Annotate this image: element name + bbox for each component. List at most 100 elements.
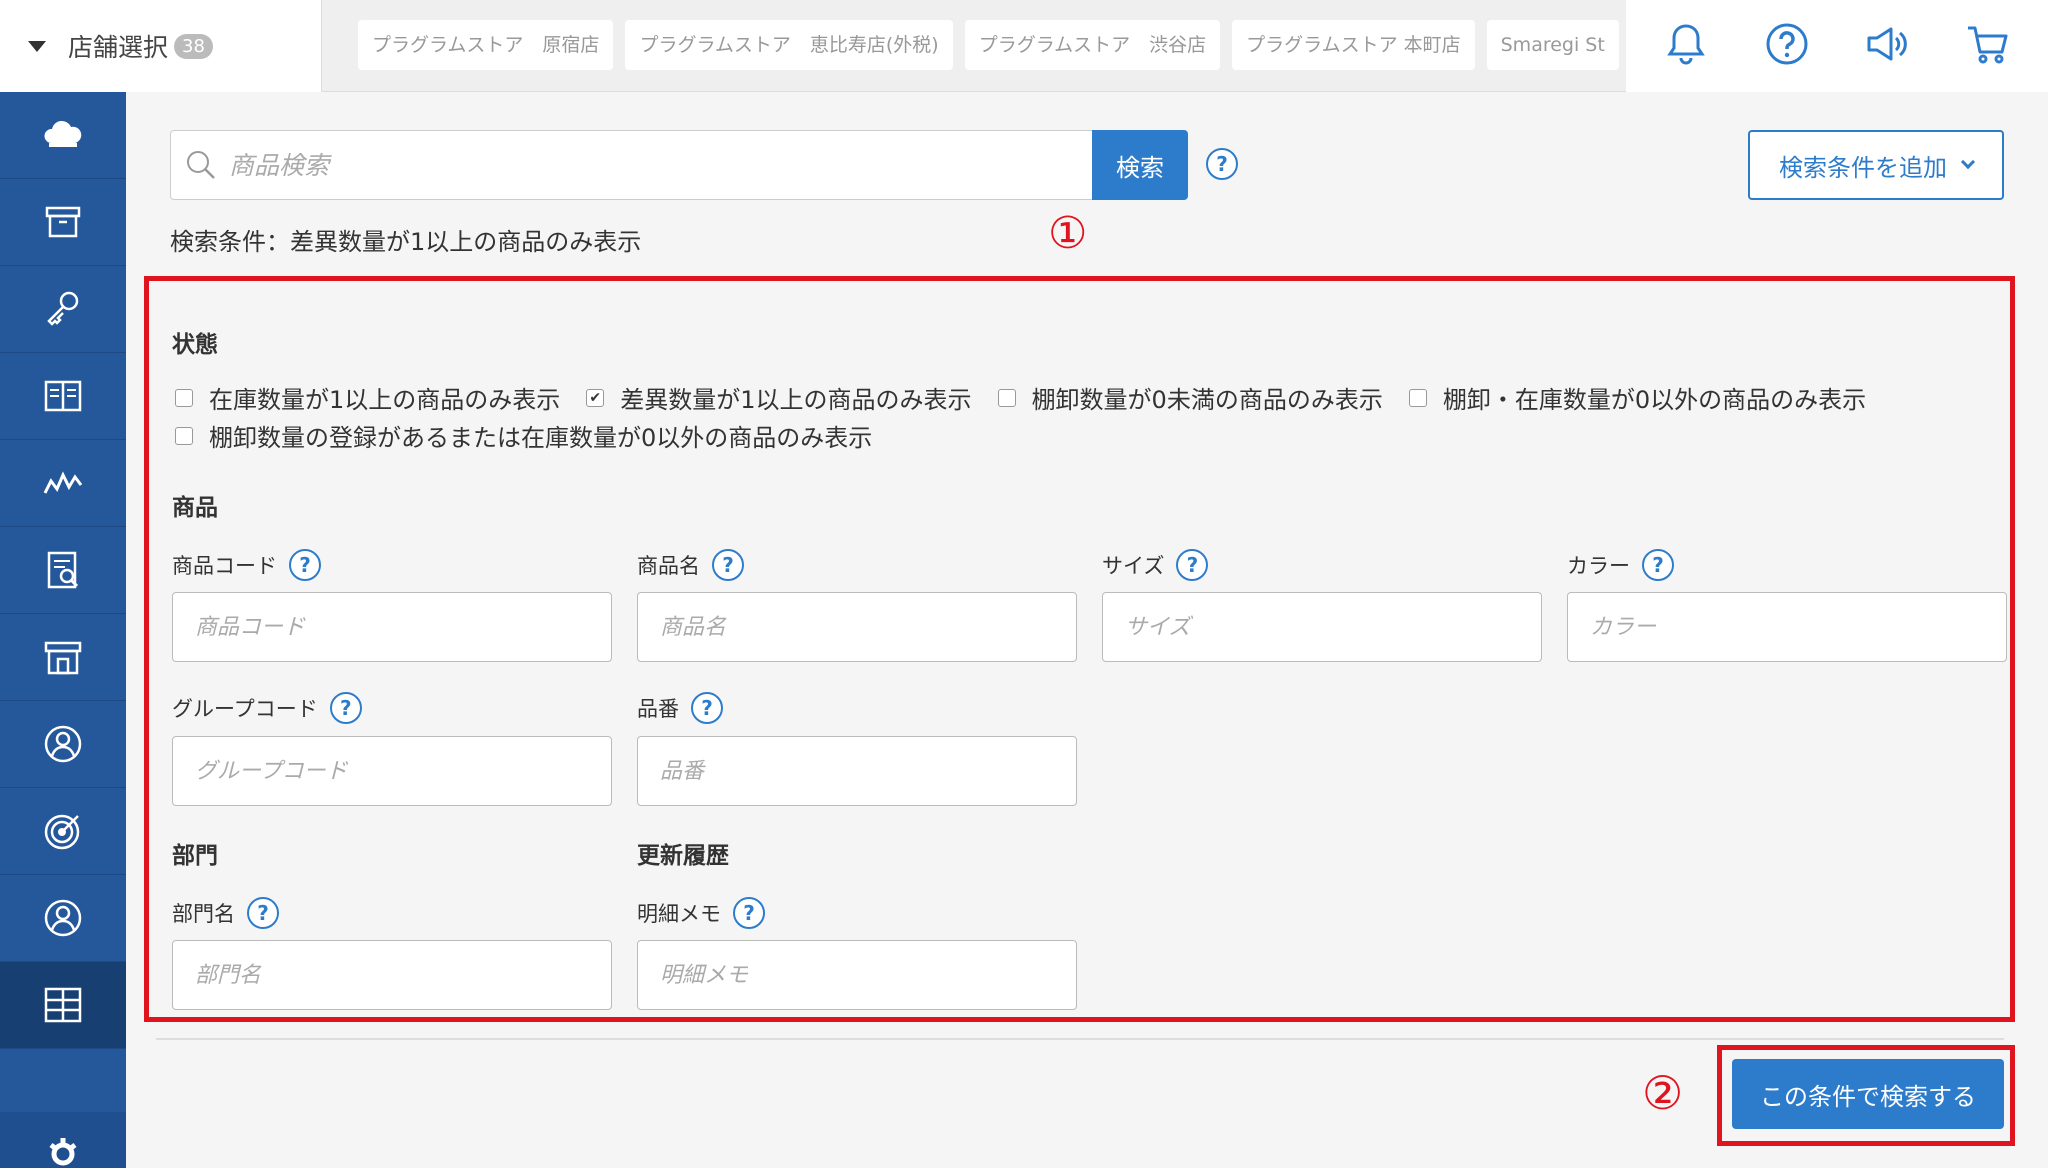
sidebar-item-user[interactable] [0, 701, 126, 788]
store-tab[interactable]: プラグラムストア 渋谷店 [964, 20, 1221, 70]
search-with-conditions-button[interactable]: この条件で検索する [1732, 1059, 2004, 1129]
status-options-row-1: 在庫数量が1以上の商品のみ表示 ✔ 差異数量が1以上の商品のみ表示 棚卸数量が0未… [175, 380, 1892, 415]
help-icon[interactable]: ? [1642, 549, 1674, 581]
checkbox-inventory-stock-nonzero[interactable]: 棚卸・在庫数量が0以外の商品のみ表示 [1408, 380, 1867, 415]
store-select-label: 店舗選択 [68, 33, 169, 62]
section-title-department: 部門 [172, 843, 218, 869]
part-number-field [637, 736, 1077, 806]
cart-icon[interactable] [1964, 20, 2012, 72]
label-department-name: 部門名? [172, 897, 279, 929]
chart-icon [43, 471, 83, 494]
label-color: カラー? [1567, 549, 1674, 581]
sidebar-item-key[interactable] [0, 266, 126, 353]
search-icon [187, 151, 215, 179]
store-select[interactable]: 店舗選択 38 [0, 0, 322, 92]
field-label-text: カラー [1567, 554, 1630, 578]
label-part-number: 品番? [637, 692, 723, 724]
label-detail-memo: 明細メモ? [637, 897, 765, 929]
filter-panel: 状態 在庫数量が1以上の商品のみ表示 ✔ 差異数量が1以上の商品のみ表示 棚卸数量… [144, 276, 2015, 1022]
checkbox-label: 在庫数量が1以上の商品のみ表示 [209, 386, 561, 414]
checkbox-label: 差異数量が1以上の商品のみ表示 [620, 386, 972, 414]
section-title-product: 商品 [172, 495, 218, 521]
search-input[interactable] [229, 150, 1049, 180]
help-icon[interactable]: ? [329, 692, 362, 724]
product-code-input[interactable] [173, 593, 611, 661]
sidebar-item-target[interactable] [0, 788, 126, 875]
cloud-icon [44, 120, 82, 147]
top-icons [1626, 0, 2048, 92]
section-title-status: 状態 [172, 332, 218, 358]
target-icon [44, 814, 80, 850]
sidebar-item-report[interactable] [0, 527, 126, 614]
product-code-field [172, 592, 612, 662]
group-code-input[interactable] [173, 737, 611, 805]
sidebar-settings[interactable] [0, 1112, 126, 1168]
field-label-text: 商品名 [637, 554, 700, 578]
help-icon[interactable]: ? [289, 549, 321, 581]
department-name-input[interactable] [173, 941, 611, 1009]
store-tab[interactable]: プラグラムストア 恵比寿店(外税) [625, 20, 953, 70]
checkbox-box[interactable] [997, 388, 1016, 407]
key-icon [47, 291, 79, 326]
checkbox-registered-or-nonzero[interactable]: 棚卸数量の登録があるまたは在庫数量が0以外の商品のみ表示 [175, 418, 872, 453]
store-count-badge: 38 [174, 33, 213, 59]
box-icon [45, 206, 81, 238]
section-title-history: 更新履歴 [637, 843, 729, 869]
size-field [1102, 592, 1542, 662]
add-condition-button[interactable]: 検索条件を追加 [1748, 130, 2004, 200]
help-icon[interactable]: ? [691, 692, 723, 724]
store-tab[interactable]: プラグラムストア 原宿店 [358, 20, 614, 70]
product-name-field [637, 592, 1077, 662]
sidebar-item-person[interactable] [0, 875, 126, 962]
sidebar-item-book[interactable] [0, 353, 126, 440]
help-icon[interactable]: ? [1176, 549, 1209, 581]
checkbox-diff-positive[interactable]: ✔ 差異数量が1以上の商品のみ表示 [586, 380, 972, 415]
field-label-text: サイズ [1102, 554, 1165, 578]
megaphone-icon[interactable] [1863, 20, 1911, 72]
part-number-input[interactable] [638, 737, 1076, 805]
store-tab[interactable]: プラグラムストア 本町店 [1232, 20, 1475, 70]
label-group-code: グループコード? [172, 692, 362, 724]
sidebar-item-store[interactable] [0, 614, 126, 701]
size-input[interactable] [1103, 593, 1541, 661]
gear-icon [49, 1138, 77, 1166]
label-product-name: 商品名? [637, 549, 744, 581]
help-circle-icon[interactable] [1763, 20, 1811, 72]
store-icon [44, 641, 82, 675]
add-condition-label: 検索条件を追加 [1779, 153, 1947, 182]
bell-icon[interactable] [1662, 20, 1710, 72]
help-icon[interactable]: ? [733, 897, 765, 929]
checkbox-label: 棚卸数量の登録があるまたは在庫数量が0以外の商品のみ表示 [209, 424, 873, 452]
sidebar-item-box[interactable] [0, 179, 126, 266]
checkbox-label: 棚卸・在庫数量が0以外の商品のみ表示 [1442, 386, 1867, 414]
label-size: サイズ? [1102, 549, 1209, 581]
product-name-input[interactable] [638, 593, 1076, 661]
book-icon [44, 380, 82, 412]
checkbox-box-checked[interactable]: ✔ [586, 388, 605, 407]
detail-memo-input[interactable] [638, 941, 1076, 1009]
checkbox-box[interactable] [175, 388, 193, 407]
search-button[interactable]: 検索 [1092, 130, 1188, 200]
search-box [170, 130, 1094, 200]
checkbox-label: 棚卸数量が0未満の商品のみ表示 [1031, 386, 1383, 414]
checkbox-box[interactable] [1408, 388, 1427, 407]
group-code-field [172, 736, 612, 806]
detail-memo-field [637, 940, 1077, 1010]
search-help-icon[interactable]: ? [1206, 148, 1238, 180]
checkbox-stock-positive[interactable]: 在庫数量が1以上の商品のみ表示 [175, 380, 560, 415]
annotation-marker-1: ① [1048, 208, 1088, 259]
top-bar: 店舗選択 38 プラグラムストア 原宿店 プラグラムストア 恵比寿店(外税) プラグ… [0, 0, 2048, 92]
sidebar-item-grid[interactable] [0, 962, 126, 1049]
chevron-down-icon [1960, 154, 1976, 170]
sidebar-item-cloud[interactable] [0, 92, 126, 179]
sidebar-item-chart[interactable] [0, 440, 126, 527]
help-icon[interactable]: ? [247, 897, 279, 929]
color-input[interactable] [1568, 593, 2006, 661]
field-label-text: 部門名 [172, 902, 235, 926]
help-icon[interactable]: ? [712, 549, 744, 581]
checkbox-inventory-negative[interactable]: 棚卸数量が0未満の商品のみ表示 [997, 380, 1383, 415]
department-name-field [172, 940, 612, 1010]
field-label-text: 品番 [637, 697, 679, 721]
checkbox-box[interactable] [175, 426, 193, 445]
store-tab[interactable]: Smaregi St [1486, 20, 1619, 70]
